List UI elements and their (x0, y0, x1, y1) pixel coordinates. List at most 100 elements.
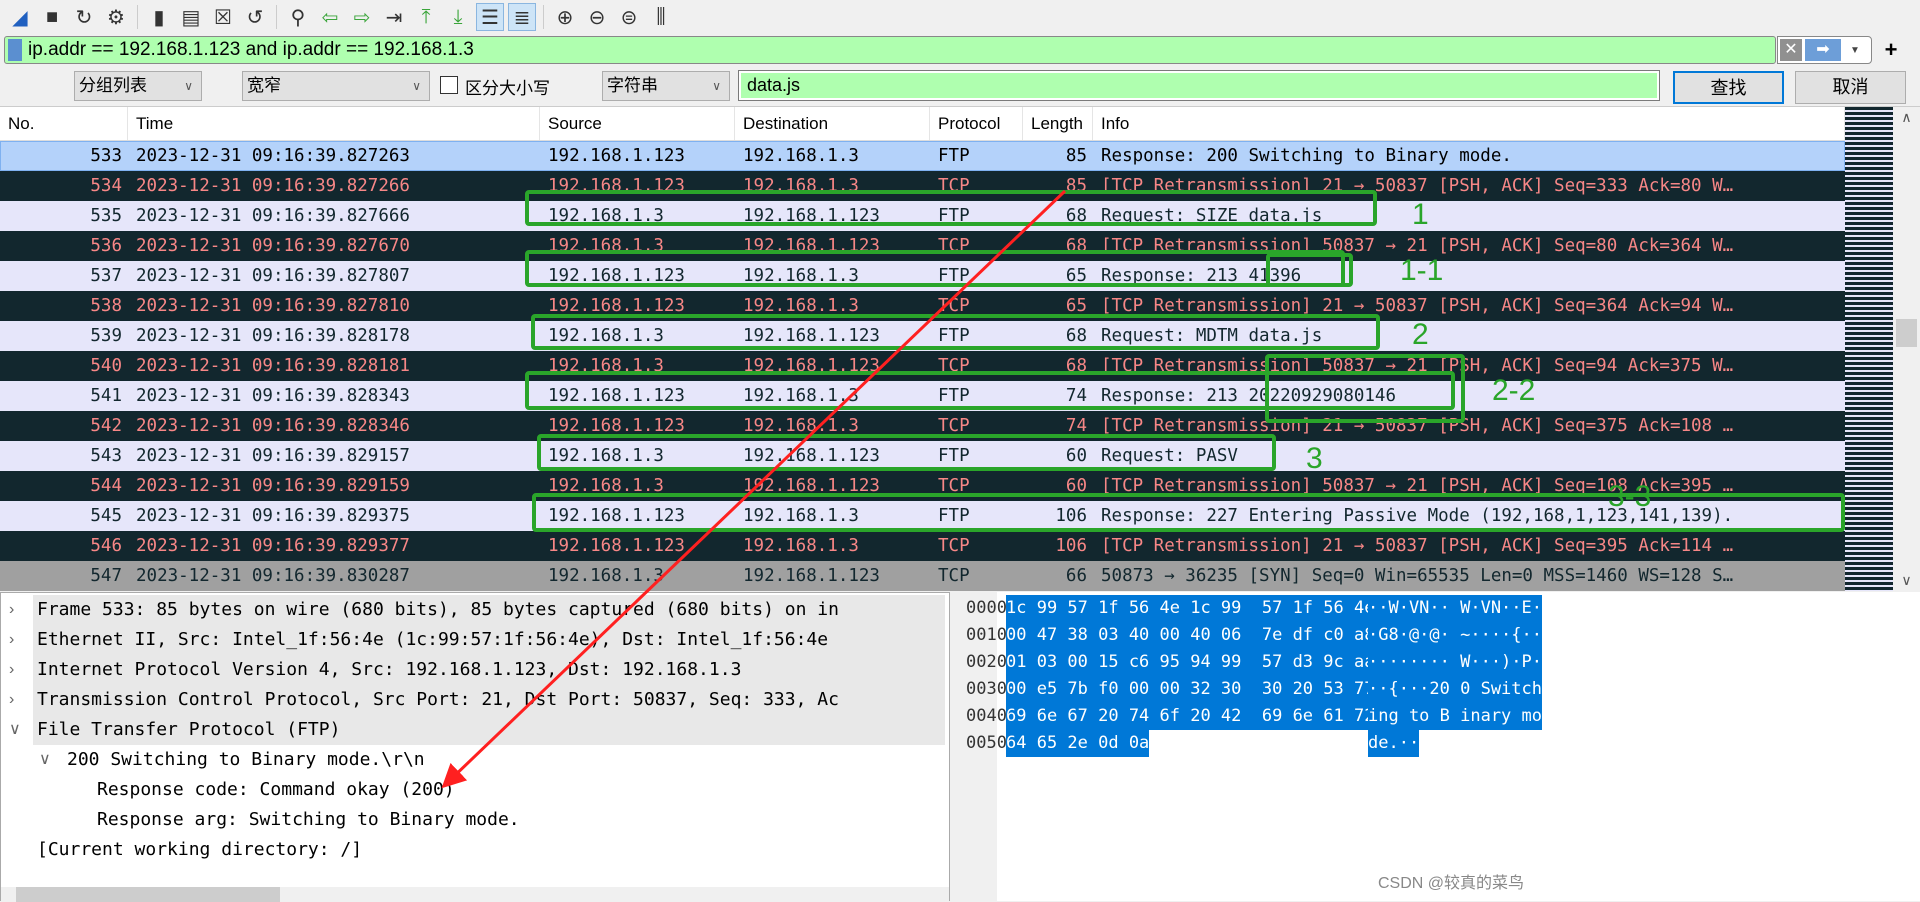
packet-row[interactable]: 543 2023-12-31 09:16:39.829157 192.168.1.3… (0, 441, 1845, 471)
zoom-in-icon[interactable]: ⊕ (551, 3, 579, 31)
find-input[interactable]: data.js (738, 70, 1660, 101)
packet-row[interactable]: 534 2023-12-31 09:16:39.827266 192.168.1.1… (0, 171, 1845, 201)
go-back-icon[interactable]: ⇦ (316, 3, 344, 31)
detail-tree-item[interactable]: Response code: Command okay (200) (93, 775, 945, 805)
first-packet-icon[interactable]: ⤒ (412, 3, 440, 31)
close-file-icon[interactable]: ☒ (209, 3, 237, 31)
column-source[interactable]: Source (540, 107, 735, 140)
find-packet-bar: 分组列表 ∨ 宽窄 ∨ 区分大小写 字符串 ∨ data.js 查找 取消 (0, 66, 1920, 104)
cell-info: [TCP Retransmission] 21 → 50837 [PSH, AC… (1101, 536, 1734, 556)
hex-bytes[interactable]: 64 65 2e 0d 0a (1006, 730, 1150, 757)
clear-filter-icon[interactable]: ✕ (1780, 39, 1802, 61)
find-button[interactable]: 查找 (1673, 71, 1784, 104)
go-to-packet-icon[interactable]: ⇥ (380, 3, 408, 31)
go-forward-icon[interactable]: ⇨ (348, 3, 376, 31)
stop-capture-icon[interactable]: ■ (38, 3, 66, 31)
detail-tree-item[interactable]: Internet Protocol Version 4, Src: 192.16… (33, 655, 945, 685)
packet-row[interactable]: 547 2023-12-31 09:16:39.830287 192.168.1.3… (0, 561, 1845, 591)
hex-ascii[interactable]: ing to B inary mo (1368, 703, 1542, 730)
cell-proto: FTP (938, 266, 970, 286)
resize-columns-icon[interactable]: ⫼ (647, 3, 675, 31)
detail-tree-item[interactable]: Transmission Control Protocol, Src Port:… (33, 685, 945, 715)
search-type-select[interactable]: 字符串 ∨ (602, 71, 730, 101)
save-file-icon[interactable]: ▤ (177, 3, 205, 31)
cell-proto: FTP (938, 326, 970, 346)
scroll-up-icon[interactable]: ∧ (1893, 109, 1920, 126)
display-filter-input[interactable]: ip.addr == 192.168.1.123 and ip.addr == … (28, 39, 474, 61)
reload-file-icon[interactable]: ↺ (241, 3, 269, 31)
filter-buttons: ✕ ➡ ▼ (1777, 36, 1872, 64)
zoom-normal-icon[interactable]: ⊜ (615, 3, 643, 31)
cell-proto: TCP (938, 236, 970, 256)
hex-ascii[interactable]: ··W·VN·· W·VN··E· (1368, 595, 1542, 622)
packet-row[interactable]: 537 2023-12-31 09:16:39.827807 192.168.1.1… (0, 261, 1845, 291)
column-protocol[interactable]: Protocol (930, 107, 1023, 140)
hex-ascii[interactable]: ·G8·@·@· ~····{·· (1368, 622, 1542, 649)
open-file-icon[interactable]: ▮ (145, 3, 173, 31)
collapse-arrow-icon[interactable]: › (9, 655, 14, 685)
collapse-arrow-icon[interactable]: › (9, 685, 14, 715)
packet-row[interactable]: 546 2023-12-31 09:16:39.829377 192.168.1.1… (0, 531, 1845, 561)
auto-scroll-icon[interactable]: ☰ (476, 3, 504, 31)
filter-history-dropdown-icon[interactable]: ▼ (1850, 45, 1860, 56)
bookmark-icon[interactable] (8, 39, 22, 61)
packet-row[interactable]: 536 2023-12-31 09:16:39.827670 192.168.1.3… (0, 231, 1845, 261)
cell-proto: TCP (938, 356, 970, 376)
detail-tree-item[interactable]: Ethernet II, Src: Intel_1f:56:4e (1c:99:… (33, 625, 945, 655)
packet-row[interactable]: 540 2023-12-31 09:16:39.828181 192.168.1.3… (0, 351, 1845, 381)
hex-ascii[interactable]: de.·· (1368, 730, 1420, 757)
hex-ascii[interactable]: ········ W···)·P· (1368, 649, 1542, 676)
scroll-down-icon[interactable]: ∨ (1893, 572, 1920, 589)
column-no[interactable]: No. (0, 107, 128, 140)
packet-minimap[interactable] (1845, 107, 1893, 591)
last-packet-icon[interactable]: ⤓ (444, 3, 472, 31)
collapse-arrow-icon[interactable]: › (9, 625, 14, 655)
capture-options-icon[interactable]: ⚙ (102, 3, 130, 31)
add-filter-button[interactable]: + (1876, 36, 1906, 64)
find-packet-icon[interactable]: ⚲ (284, 3, 312, 31)
case-sensitive-checkbox[interactable] (440, 76, 458, 94)
case-sensitive-label: 区分大小写 (465, 79, 550, 98)
detail-tree-item[interactable]: 200 Switching to Binary mode.\r\n (63, 745, 945, 775)
cancel-button[interactable]: 取消 (1795, 71, 1906, 104)
cell-time: 2023-12-31 09:16:39.827263 (136, 146, 410, 166)
column-length[interactable]: Length (1023, 107, 1093, 140)
packet-row[interactable]: 544 2023-12-31 09:16:39.829159 192.168.1.3… (0, 471, 1845, 501)
search-in-select[interactable]: 分组列表 ∨ (74, 71, 202, 101)
packet-row[interactable]: 541 2023-12-31 09:16:39.828343 192.168.1.1… (0, 381, 1845, 411)
char-width-select[interactable]: 宽窄 ∨ (242, 71, 430, 101)
cell-len: 106 (1055, 536, 1087, 556)
cell-no: 536 (90, 236, 122, 256)
cell-proto: TCP (938, 416, 970, 436)
packet-row[interactable]: 539 2023-12-31 09:16:39.828178 192.168.1.3… (0, 321, 1845, 351)
packet-row[interactable]: 533 2023-12-31 09:16:39.827263 192.168.1.1… (0, 141, 1845, 171)
column-info[interactable]: Info (1093, 107, 1845, 140)
detail-tree-item[interactable]: Response arg: Switching to Binary mode. (93, 805, 945, 835)
colorize-icon[interactable]: ≣ (508, 3, 536, 31)
detail-tree-item[interactable]: Frame 533: 85 bytes on wire (680 bits), … (33, 595, 945, 625)
restart-capture-icon[interactable]: ↻ (70, 3, 98, 31)
hex-ascii[interactable]: ··{···20 0 Switch (1368, 676, 1542, 703)
packet-row[interactable]: 545 2023-12-31 09:16:39.829375 192.168.1.1… (0, 501, 1845, 531)
packet-row[interactable]: 542 2023-12-31 09:16:39.828346 192.168.1.1… (0, 411, 1845, 441)
cell-no: 534 (90, 176, 122, 196)
details-horizontal-scrollbar[interactable] (1, 887, 949, 902)
scrollbar-thumb[interactable] (1896, 319, 1917, 347)
detail-tree-item[interactable]: File Transfer Protocol (FTP) (33, 715, 945, 745)
start-capture-icon[interactable]: ◢ (6, 3, 34, 31)
scrollbar-thumb[interactable] (16, 887, 280, 902)
zoom-out-icon[interactable]: ⊖ (583, 3, 611, 31)
cell-info: Response: 227 Entering Passive Mode (192… (1101, 506, 1734, 526)
cell-info: [TCP Retransmission] 50837 → 21 [PSH, AC… (1101, 236, 1734, 256)
apply-filter-icon[interactable]: ➡ (1805, 39, 1841, 61)
display-filter-bar[interactable]: ip.addr == 192.168.1.123 and ip.addr == … (4, 36, 1776, 64)
column-destination[interactable]: Destination (735, 107, 930, 140)
expand-arrow-icon[interactable]: ∨ (39, 745, 51, 775)
collapse-arrow-icon[interactable]: › (9, 595, 14, 625)
column-time[interactable]: Time (128, 107, 540, 140)
packet-list-scrollbar[interactable]: ∧ ∨ (1893, 107, 1920, 591)
detail-tree-item[interactable]: [Current working directory: /] (33, 835, 945, 865)
packet-row[interactable]: 535 2023-12-31 09:16:39.827666 192.168.1.3… (0, 201, 1845, 231)
expand-arrow-icon[interactable]: ∨ (9, 715, 21, 745)
packet-row[interactable]: 538 2023-12-31 09:16:39.827810 192.168.1.1… (0, 291, 1845, 321)
